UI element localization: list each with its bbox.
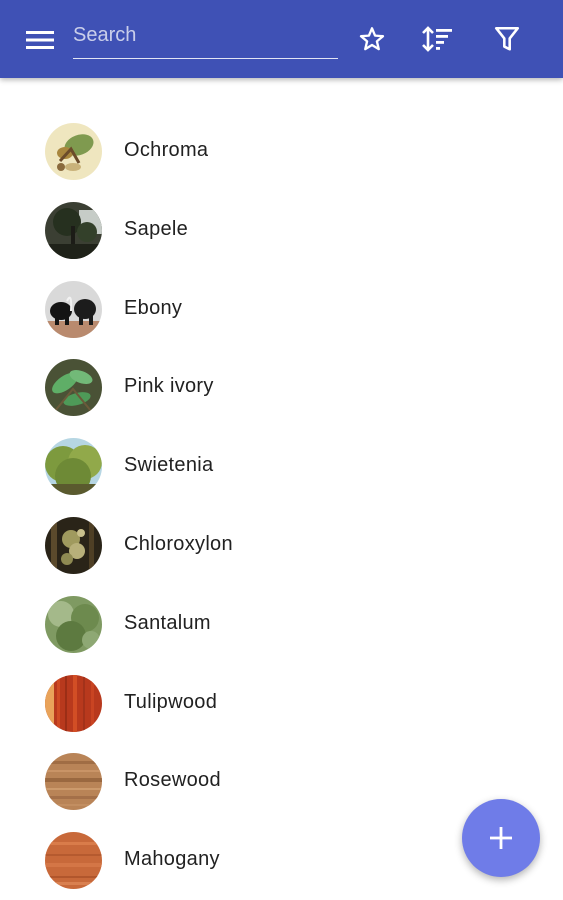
item-label: Swietenia [124,454,214,477]
item-label: Ochroma [124,139,209,161]
list-item[interactable]: Pink ivory [0,348,563,427]
filter-button[interactable] [487,18,527,60]
list-item[interactable]: Ebony [0,270,563,349]
list-item[interactable]: Tulipwood [0,664,563,743]
item-label: Pink ivory [124,375,214,398]
sapele-thumbnail [45,201,102,259]
star-outline-icon [359,27,385,51]
mahogany-thumbnail [45,832,102,890]
add-button[interactable] [462,799,540,877]
item-label: Chloroxylon [124,532,233,555]
item-label: Sapele [124,217,189,240]
item-label: Tulipwood [124,690,218,713]
list-item[interactable]: Santalum [0,585,563,664]
swietenia-thumbnail [45,438,102,496]
avatar [45,359,102,417]
wood-list: Ochroma Sapele Ebony Pink ivory Swieteni… [0,112,563,900]
chloroxylon-thumbnail [45,516,102,574]
avatar [45,753,102,811]
search-input[interactable] [73,20,335,50]
avatar [45,123,102,180]
search-field [73,14,338,59]
avatar [45,280,102,338]
item-label: Ebony [124,296,183,319]
item-label: Rosewood [124,769,221,792]
item-label: Santalum [124,611,211,634]
list-item[interactable]: Sapele [0,191,563,270]
avatar [45,201,102,259]
avatar [45,595,102,653]
sort-button[interactable] [418,18,458,60]
ochroma-thumbnail [45,123,102,180]
avatar [45,438,102,496]
favorites-button[interactable] [352,18,392,60]
pink-ivory-thumbnail [45,359,102,417]
app-toolbar [0,0,563,78]
menu-button[interactable] [20,20,60,60]
item-label: Mahogany [124,848,220,871]
avatar [45,832,102,890]
avatar [45,674,102,732]
tulipwood-thumbnail [45,674,102,732]
filter-icon [494,26,520,51]
plus-icon [490,827,512,849]
rosewood-thumbnail [45,753,102,811]
avatar [45,516,102,574]
list-item[interactable]: Chloroxylon [0,506,563,585]
app-screen: Ochroma Sapele [0,0,563,900]
ebony-thumbnail [45,280,102,338]
menu-icon [26,31,54,49]
list-item[interactable]: Ochroma [0,112,563,191]
list-item[interactable]: Swietenia [0,427,563,506]
sort-icon [422,26,452,52]
santalum-thumbnail [45,595,102,653]
